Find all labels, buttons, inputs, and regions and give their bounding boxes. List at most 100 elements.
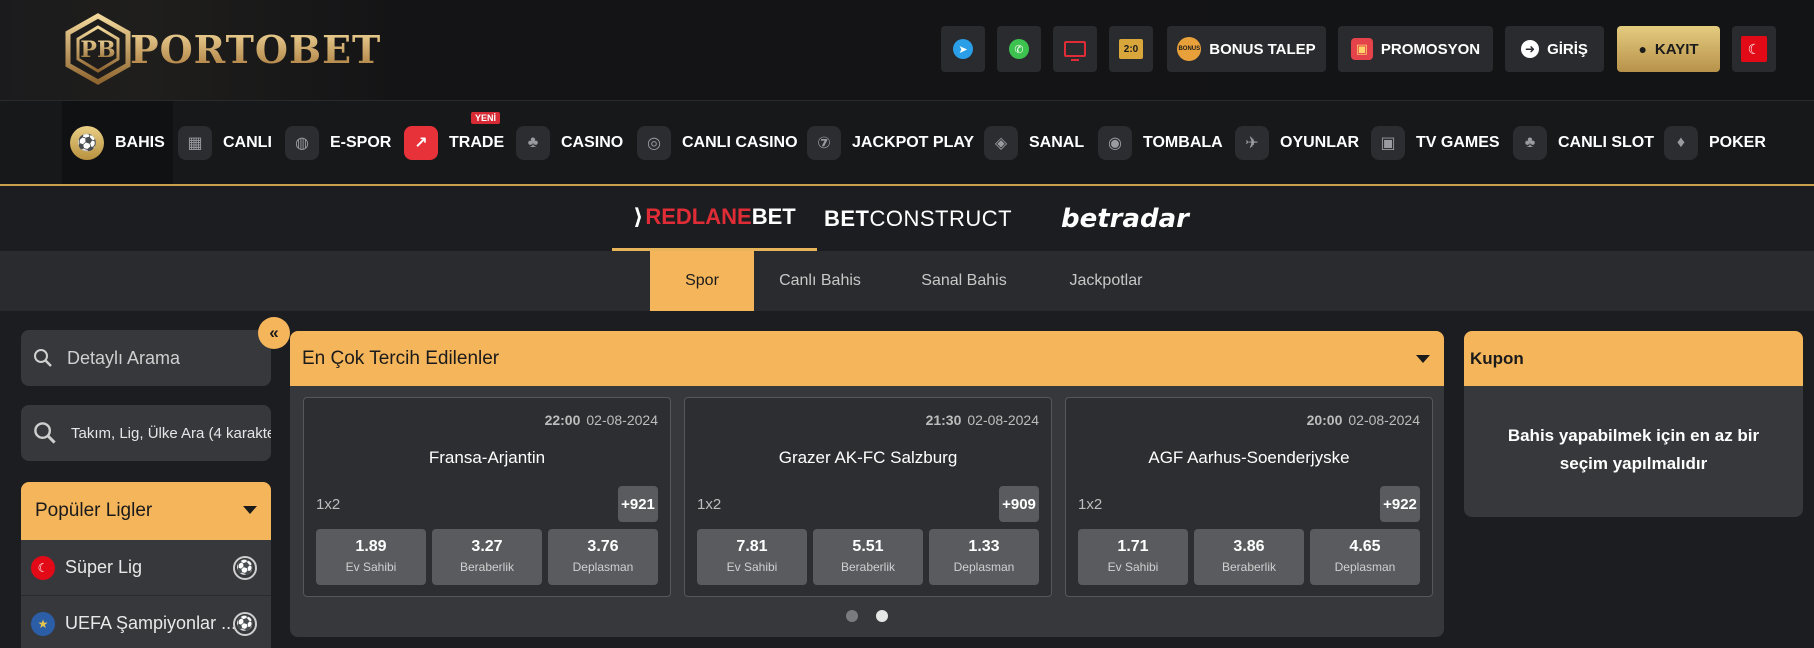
roulette-icon: ◎	[637, 125, 671, 160]
scoreboard-icon: ▦	[178, 125, 212, 160]
whatsapp-button[interactable]: ✆	[997, 26, 1041, 72]
provider-betconstruct[interactable]: BETCONSTRUCT	[824, 186, 1012, 251]
register-button[interactable]: ● KAYIT	[1617, 26, 1720, 72]
new-badge: YENİ	[471, 112, 501, 124]
market-label: 1x2	[316, 496, 341, 513]
nav-item-tombala[interactable]: ◉ TOMBALA	[1098, 101, 1223, 184]
most-preferred-panel: En Çok Tercih Edilenler 22:00 02-08-2024 …	[290, 331, 1444, 637]
tab-jackpotlar[interactable]: Jackpotlar	[1046, 251, 1166, 311]
nav-item-poker[interactable]: ♦ POKER	[1664, 101, 1766, 184]
login-button[interactable]: ➜ GİRİŞ	[1505, 26, 1604, 72]
league-item-uefa[interactable]: ★ UEFA Şampiyonlar ... ⚽	[21, 596, 271, 648]
team-league-search-input[interactable]: Takım, Lig, Ülke Ara (4 karakter)	[21, 405, 271, 461]
live-tv-button[interactable]	[1053, 26, 1097, 72]
collapse-sidebar-button[interactable]: «	[258, 317, 290, 349]
more-markets-button[interactable]: +922	[1380, 486, 1420, 522]
search-icon	[34, 422, 56, 444]
tv-games-icon: ▣	[1371, 125, 1405, 160]
nav-item-casino[interactable]: ♣ CASINO	[516, 101, 623, 184]
soccer-ball-icon: ⚽	[233, 611, 257, 636]
odd-away-button[interactable]: 4.65 Deplasman	[1310, 529, 1420, 585]
odd-away-button[interactable]: 3.76 Deplasman	[548, 529, 658, 585]
trade-chart-icon: ↗	[404, 125, 438, 160]
turkey-flag-icon: ☾	[31, 555, 55, 580]
nav-item-label: CANLI SLOT	[1558, 133, 1654, 151]
provider-betradar[interactable]: betradar	[1030, 186, 1220, 251]
site-header: PB PORTOBET ➤ ✆ 2:0 BONUS BONUS TALEP ▣ …	[0, 0, 1814, 101]
nav-item-label: OYUNLAR	[1280, 133, 1360, 151]
team-league-search-placeholder: Takım, Lig, Ülke Ara (4 karakter)	[71, 424, 271, 442]
nav-item-espor[interactable]: ◍ E-SPOR	[285, 101, 391, 184]
odd-home-button[interactable]: 7.81 Ev Sahibi	[697, 529, 807, 585]
nav-item-bahis[interactable]: ⚽ BAHIS	[62, 101, 173, 184]
nav-item-canli-slot[interactable]: ♣ CANLI SLOT	[1513, 101, 1654, 184]
telegram-icon: ➤	[953, 39, 973, 59]
popular-leagues-header[interactable]: Popüler Ligler	[21, 482, 271, 540]
market-label: 1x2	[1078, 496, 1103, 513]
nav-item-label: E-SPOR	[330, 133, 392, 151]
league-name: UEFA Şampiyonlar ...	[65, 613, 237, 633]
detailed-search-field[interactable]: Detaylı Arama	[21, 330, 271, 386]
market-label: 1x2	[697, 496, 722, 513]
virtual-icon: ◈	[984, 125, 1018, 160]
language-selector[interactable]: ☾	[1732, 26, 1776, 72]
match-teams: Fransa-Arjantin	[428, 448, 546, 467]
telegram-button[interactable]: ➤	[941, 26, 985, 72]
login-label: GİRİŞ	[1547, 40, 1588, 58]
tab-sanal-bahis[interactable]: Sanal Bahis	[904, 251, 1024, 311]
most-preferred-header[interactable]: En Çok Tercih Edilenler	[290, 331, 1444, 386]
user-icon: ●	[1638, 41, 1647, 57]
nav-item-oyunlar[interactable]: ✈ OYUNLAR	[1235, 101, 1359, 184]
nav-item-tv-games[interactable]: ▣ TV GAMES	[1371, 101, 1500, 184]
odd-home-button[interactable]: 1.89 Ev Sahibi	[316, 529, 426, 585]
nav-item-canli-casino[interactable]: ◎ CANLI CASINO	[637, 101, 798, 184]
coupon-panel: Kupon Bahis yapabilmek için en az bir se…	[1464, 331, 1803, 517]
nav-item-sanal[interactable]: ◈ SANAL	[984, 101, 1084, 184]
portobet-logo[interactable]: PB PORTOBET	[62, 10, 381, 88]
coupon-empty-message: Bahis yapabilmek için en az bir seçim ya…	[1507, 426, 1760, 473]
odd-away-button[interactable]: 1.33 Deplasman	[929, 529, 1039, 585]
nav-item-label: TRADE	[449, 133, 505, 151]
carousel-dot-active[interactable]	[876, 610, 888, 622]
odd-draw-button[interactable]: 3.86 Beraberlik	[1194, 529, 1304, 585]
airplane-icon: ✈	[1235, 125, 1269, 160]
promotions-label: PROMOSYON	[1380, 40, 1481, 58]
tab-spor[interactable]: Spor	[650, 251, 754, 311]
nav-item-label: CASINO	[561, 133, 624, 151]
match-datetime: 21:30 02-08-2024	[925, 412, 1039, 428]
bonus-request-label: BONUS TALEP	[1209, 40, 1316, 58]
match-card[interactable]: 21:30 02-08-2024 Grazer AK-FC Salzburg 1x…	[684, 397, 1052, 597]
cherry-icon: ♣	[516, 125, 550, 160]
whatsapp-icon: ✆	[1009, 39, 1029, 59]
redlane-text: REDLANE	[645, 204, 752, 229]
odd-draw-button[interactable]: 3.27 Beraberlik	[432, 529, 542, 585]
match-card[interactable]: 20:00 02-08-2024 AGF Aarhus-Soenderjyske …	[1065, 397, 1433, 597]
match-datetime: 20:00 02-08-2024	[1306, 412, 1420, 428]
search-icon	[34, 349, 52, 367]
lottery-ball-icon: ◉	[1098, 125, 1132, 160]
nav-item-trade[interactable]: ↗ TRADE YENİ	[404, 101, 504, 184]
login-arrow-icon: ➜	[1521, 40, 1540, 58]
tab-canli-bahis[interactable]: Canlı Bahis	[760, 251, 880, 311]
nav-item-canli[interactable]: ▦ CANLI	[178, 101, 272, 184]
more-markets-button[interactable]: +909	[999, 486, 1039, 522]
live-score-button[interactable]: 2:0	[1109, 26, 1153, 72]
scoreboard-icon: 2:0	[1119, 39, 1143, 59]
bonus-icon: BONUS	[1177, 37, 1202, 61]
bonus-request-button[interactable]: BONUS BONUS TALEP	[1167, 26, 1326, 72]
nav-item-label: TOMBALA	[1143, 133, 1223, 151]
match-card[interactable]: 22:00 02-08-2024 Fransa-Arjantin 1x2 +921…	[303, 397, 671, 597]
provider-redlanebet[interactable]: ⟩REDLANEBET	[612, 186, 817, 251]
league-item-super-lig[interactable]: ☾ Süper Lig ⚽	[21, 540, 271, 596]
odd-draw-button[interactable]: 5.51 Beraberlik	[813, 529, 923, 585]
carousel-dot[interactable]	[846, 610, 858, 622]
nav-item-label: SANAL	[1029, 133, 1085, 151]
nav-item-jackpot-play[interactable]: ⑦ JACKPOT PLAY	[807, 101, 974, 184]
more-markets-button[interactable]: +921	[618, 486, 658, 522]
promotions-button[interactable]: ▣ PROMOSYON	[1338, 26, 1493, 72]
logo-hex-icon: PB	[65, 13, 131, 85]
poker-chip-icon: ♦	[1664, 125, 1698, 160]
slot-cherry-icon: ♣	[1513, 125, 1547, 160]
main-nav: ⚽ BAHIS ▦ CANLI ◍ E-SPOR ↗ TRADE YENİ ♣ …	[0, 101, 1814, 186]
odd-home-button[interactable]: 1.71 Ev Sahibi	[1078, 529, 1188, 585]
